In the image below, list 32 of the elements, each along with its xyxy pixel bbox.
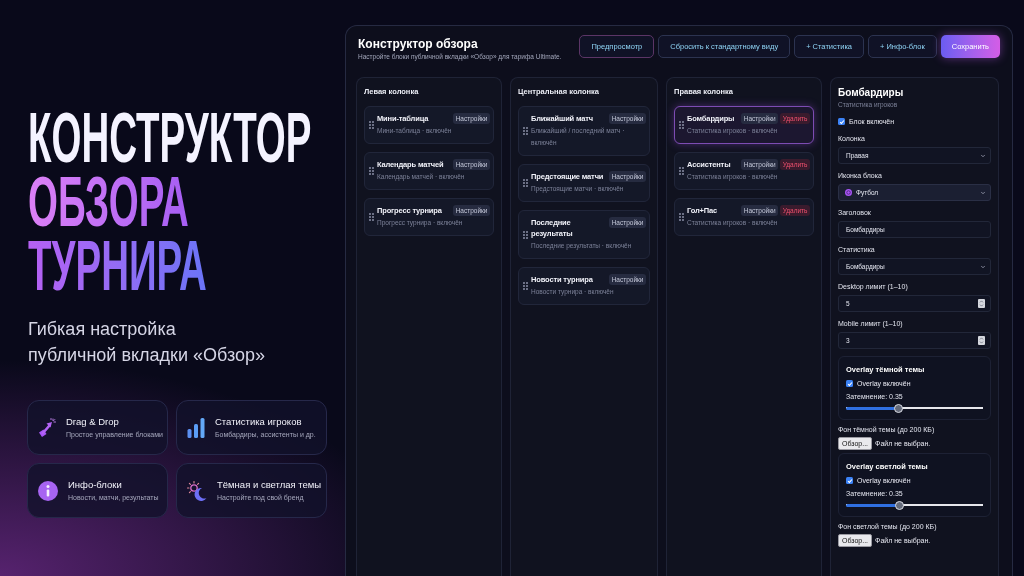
drag-handle-icon[interactable] — [679, 121, 684, 129]
chevron-down-icon — [980, 263, 986, 270]
slider-thumb[interactable] — [894, 501, 904, 510]
drag-arrow-icon — [38, 417, 56, 438]
drag-handle-icon[interactable] — [369, 121, 374, 129]
drag-handle-icon[interactable] — [679, 167, 684, 175]
settings-title: Бомбардиры — [838, 87, 905, 99]
feature-title: Инфо-блоки — [68, 479, 123, 491]
feature-title: Drag & Drop — [66, 416, 120, 428]
slider-thumb[interactable] — [893, 404, 903, 413]
sun-moon-icon — [187, 480, 207, 501]
checkbox[interactable] — [846, 380, 853, 387]
editor-title: Конструктор обзора — [358, 37, 479, 51]
info-icon — [38, 480, 58, 501]
drag-handle-icon[interactable] — [679, 213, 684, 221]
chevron-down-icon — [980, 189, 986, 196]
checkbox[interactable] — [846, 477, 853, 484]
hero-subtitle-line: публичной вкладки «Обзор» — [28, 344, 266, 367]
checkbox[interactable] — [838, 118, 845, 125]
bar-chart-icon — [187, 417, 205, 438]
feature-title: Статистика игроков — [215, 416, 303, 428]
hero-title-line: КОНСТРУКТОР — [28, 106, 312, 170]
drag-handle-icon[interactable] — [523, 282, 528, 290]
drag-handle-icon[interactable] — [369, 213, 374, 221]
drag-handle-icon[interactable] — [523, 230, 528, 239]
drag-handle-icon[interactable] — [523, 127, 528, 135]
drag-handle-icon[interactable] — [523, 179, 528, 187]
chevron-down-icon — [980, 152, 986, 159]
hero-subtitle-line: Гибкая настройка — [28, 318, 177, 341]
ball-icon — [845, 189, 852, 196]
drag-handle-icon[interactable] — [369, 167, 374, 175]
feature-title: Тёмная и светлая темы — [217, 479, 322, 491]
